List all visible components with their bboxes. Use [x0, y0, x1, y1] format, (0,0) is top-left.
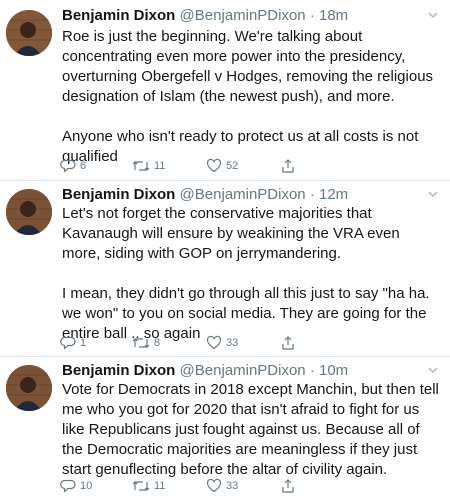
- like-button[interactable]: 33: [206, 334, 238, 352]
- like-count: 52: [226, 160, 239, 172]
- tweet-text: Roe is just the beginning. We're talking…: [62, 27, 442, 167]
- heart-icon: [206, 335, 222, 351]
- tweet-header: Benjamin Dixon @BenjaminPDixon · 12m: [62, 185, 420, 205]
- retweet-icon: [132, 478, 150, 494]
- author-name[interactable]: Benjamin Dixon: [62, 186, 175, 203]
- like-button[interactable]: 52: [206, 157, 238, 175]
- share-button[interactable]: [280, 477, 296, 495]
- retweet-button[interactable]: 11: [132, 477, 165, 495]
- retweet-icon: [132, 158, 150, 174]
- timeline: Benjamin Dixon @BenjaminPDixon · 18m Roe…: [0, 0, 450, 500]
- reply-count: 1: [80, 337, 87, 349]
- tweet-paragraph: Anyone who isn't ready to protect us at …: [62, 128, 419, 165]
- tweet-paragraph: Roe is just the beginning. We're talking…: [62, 28, 434, 105]
- author-name[interactable]: Benjamin Dixon: [62, 7, 175, 24]
- tweet-paragraph: Let's not forget the conservative majori…: [62, 205, 400, 262]
- author-handle[interactable]: @BenjaminPDixon: [180, 362, 306, 379]
- retweet-button[interactable]: 8: [132, 334, 160, 352]
- tweet-paragraph: Vote for Democrats in 2018 except Manchi…: [62, 381, 439, 478]
- reply-button[interactable]: 6: [60, 157, 86, 175]
- timestamp[interactable]: 12m: [319, 186, 348, 203]
- retweet-count: 11: [154, 160, 166, 172]
- author-handle[interactable]: @BenjaminPDixon: [180, 186, 306, 203]
- share-button[interactable]: [280, 334, 296, 352]
- reply-count: 6: [80, 160, 87, 172]
- tweet[interactable]: Benjamin Dixon @BenjaminPDixon · 18m Roe…: [0, 0, 450, 180]
- like-count: 33: [226, 337, 239, 349]
- reply-button[interactable]: 1: [60, 334, 86, 352]
- tweet-text: Let's not forget the conservative majori…: [62, 204, 442, 344]
- reply-count: 10: [80, 480, 93, 492]
- share-icon: [280, 335, 296, 351]
- retweet-count: 11: [154, 480, 166, 492]
- tweet[interactable]: Benjamin Dixon @BenjaminPDixon · 12m Let…: [0, 181, 450, 356]
- avatar[interactable]: [6, 365, 52, 411]
- tweet-header: Benjamin Dixon @BenjaminPDixon · 18m: [62, 6, 420, 26]
- reply-button[interactable]: 10: [60, 477, 92, 495]
- timestamp[interactable]: 10m: [319, 362, 348, 379]
- author-name[interactable]: Benjamin Dixon: [62, 362, 175, 379]
- tweet-paragraph: I mean, they didn't go through all this …: [62, 285, 430, 342]
- chevron-down-icon[interactable]: [426, 8, 440, 22]
- reply-icon: [60, 158, 76, 174]
- separator-dot: ·: [309, 362, 315, 379]
- avatar[interactable]: [6, 10, 52, 56]
- timestamp[interactable]: 18m: [319, 7, 348, 24]
- tweet-header: Benjamin Dixon @BenjaminPDixon · 10m: [62, 361, 420, 381]
- retweet-icon: [132, 335, 150, 351]
- reply-icon: [60, 335, 76, 351]
- share-icon: [280, 158, 296, 174]
- retweet-button[interactable]: 11: [132, 157, 165, 175]
- share-icon: [280, 478, 296, 494]
- like-button[interactable]: 33: [206, 477, 238, 495]
- retweet-count: 8: [154, 337, 161, 349]
- separator-dot: ·: [309, 7, 315, 24]
- share-button[interactable]: [280, 157, 296, 175]
- heart-icon: [206, 478, 222, 494]
- chevron-down-icon[interactable]: [426, 187, 440, 201]
- tweet-text: Vote for Democrats in 2018 except Manchi…: [62, 380, 442, 480]
- reply-icon: [60, 478, 76, 494]
- separator-dot: ·: [309, 186, 315, 203]
- tweet[interactable]: Benjamin Dixon @BenjaminPDixon · 10m Vot…: [0, 357, 450, 500]
- avatar[interactable]: [6, 189, 52, 235]
- chevron-down-icon[interactable]: [426, 363, 440, 377]
- author-handle[interactable]: @BenjaminPDixon: [180, 7, 306, 24]
- like-count: 33: [226, 480, 239, 492]
- heart-icon: [206, 158, 222, 174]
